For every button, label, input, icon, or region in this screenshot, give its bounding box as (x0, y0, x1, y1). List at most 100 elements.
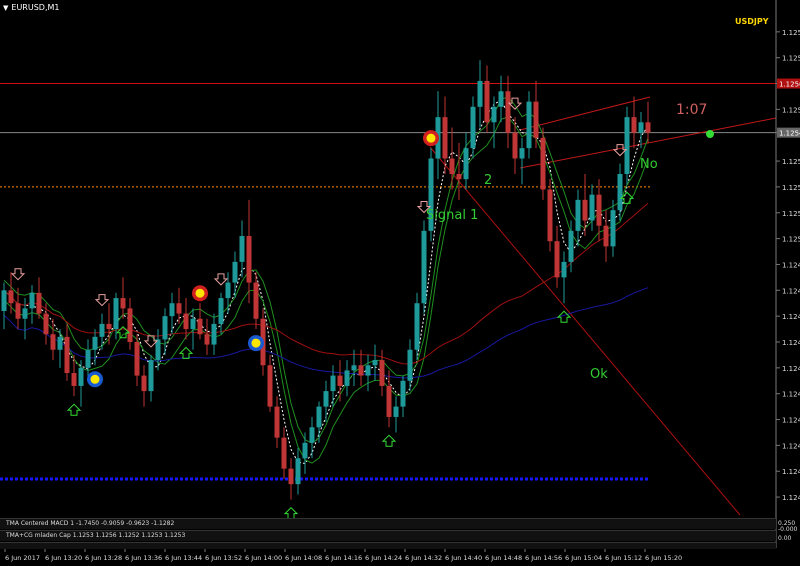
candle-body (232, 261, 238, 283)
candle-body (638, 122, 644, 133)
candle-body (470, 106, 476, 149)
candle-body (197, 318, 203, 335)
price-tick-label: 1.12515 (782, 210, 800, 218)
candle-body (176, 303, 182, 314)
candle-body (253, 282, 259, 319)
indicator-subwindow-3[interactable] (0, 542, 776, 549)
price-tick-label: 1.12405 (782, 494, 800, 502)
buy-arrow-icon (381, 434, 397, 447)
candle-body (71, 373, 77, 386)
price-tick-label: 1.12585 (782, 29, 800, 37)
symbol-label: EURUSD,M1 (11, 3, 60, 12)
candle-body (239, 236, 245, 262)
buy-arrow-icon (283, 506, 299, 520)
candle-body (64, 336, 70, 374)
time-tick-label: 6 Jun 13:52 (205, 554, 242, 562)
candle-body (358, 365, 364, 376)
candle-body (274, 406, 280, 438)
chart-title: ▼ EURUSD,M1 (3, 2, 60, 14)
candle-body (183, 313, 189, 330)
candle-body (281, 437, 287, 469)
candle-body (225, 282, 231, 299)
price-tick-label: 1.12475 (782, 313, 800, 321)
price-tick-label: 1.12495 (782, 261, 800, 269)
time-tick-label: 6 Jun 2017 (5, 554, 40, 562)
candle-body (484, 80, 490, 123)
candle-body (218, 298, 224, 324)
candle-body (519, 148, 525, 159)
candle-body (148, 360, 154, 392)
indicator-1-label: TMA Centered MACD 1 -1.7450 -0.9059 -0.9… (6, 520, 175, 527)
candle-body (631, 117, 637, 133)
candle-body (421, 230, 427, 304)
indicator-subwindow-2[interactable]: TMA+CG mladen Cap 1.1253 1.1256 1.1252 1… (0, 530, 776, 541)
time-tick-label: 6 Jun 13:36 (125, 554, 162, 562)
candle-body (456, 174, 462, 180)
price-tick-label: 1.12525 (782, 184, 800, 192)
candle-body (190, 318, 196, 330)
candle-body (78, 367, 84, 386)
candle-body (596, 194, 602, 226)
candle-body (127, 308, 133, 342)
price-tick-label: 1.12435 (782, 417, 800, 425)
candle-body (8, 290, 14, 304)
candle-body (372, 360, 378, 366)
candle-body (589, 194, 595, 221)
candle-body (50, 334, 56, 350)
time-tick-label: 6 Jun 14:40 (445, 554, 482, 562)
sell-arrow-icon (612, 144, 628, 157)
channel-line (519, 96, 651, 131)
time-tick-label: 6 Jun 14:00 (245, 554, 282, 562)
sun-signal-core-icon (251, 338, 261, 348)
buy-arrow-icon (66, 403, 82, 416)
candle-body (617, 174, 623, 211)
buy-arrow-icon (178, 346, 194, 359)
candle-body (477, 80, 483, 107)
time-tick-label: 6 Jun 13:28 (85, 554, 122, 562)
candle-body (498, 91, 504, 107)
candle-body (85, 349, 91, 368)
ind1-scale-bottom: -0.000 (778, 526, 798, 533)
dropdown-icon[interactable]: ▼ (3, 4, 8, 12)
candle-body (211, 323, 217, 345)
candle-body (1, 290, 7, 311)
price-tick-label: 1.12535 (782, 158, 800, 166)
candle-body (43, 313, 49, 335)
ind2-scale: 0.00 (778, 535, 792, 542)
candle-body (414, 303, 420, 350)
candle-body (120, 298, 126, 309)
no-label: No (640, 157, 658, 172)
candle-body (309, 427, 315, 443)
price-label-red: 1.12565 (779, 81, 800, 89)
price-chart[interactable]: 1:07 Signal 1 2 No Ok 1.12585 1.12575 1.12565 1.… (0, 0, 800, 566)
candle-body (288, 468, 294, 485)
candle-body (92, 336, 98, 350)
candle-body (344, 370, 350, 386)
price-tick-label: 1.12485 (782, 287, 800, 295)
indicator-2-label: TMA+CG mladen Cap 1.1253 1.1256 1.1252 1… (6, 532, 186, 539)
second-symbol-label: USDJPY (735, 17, 769, 26)
candle-body (351, 365, 357, 371)
candle-body (295, 458, 301, 485)
candle-body (393, 406, 399, 417)
time-tick-label: 6 Jun 14:08 (285, 554, 322, 562)
sun-signal-core-icon (90, 374, 100, 384)
price-tick-label: 1.12455 (782, 365, 800, 373)
time-tick-label: 6 Jun 13:44 (165, 554, 202, 562)
candle-body (624, 117, 630, 174)
time-tick-label: 6 Jun 14:56 (525, 554, 562, 562)
chart-window[interactable]: 1:07 Signal 1 2 No Ok 1.12585 1.12575 1.12565 1.… (0, 0, 800, 566)
price-tick-label: 1.12555 (782, 106, 800, 114)
candle-body (449, 158, 455, 174)
price-label-current: 1.12546 (779, 130, 800, 138)
time-tick-label: 6 Jun 15:12 (605, 554, 642, 562)
candle-body (533, 101, 539, 138)
time-tick-label: 6 Jun 14:24 (365, 554, 402, 562)
candle-body (568, 230, 574, 262)
candle-body (99, 323, 105, 337)
signal-1-label: Signal 1 (426, 208, 478, 223)
time-tick-label: 6 Jun 14:32 (405, 554, 442, 562)
candle-body (106, 323, 112, 330)
indicator-subwindow-1[interactable]: TMA Centered MACD 1 -1.7450 -0.9059 -0.9… (0, 518, 776, 529)
trendline-dot (706, 130, 714, 138)
